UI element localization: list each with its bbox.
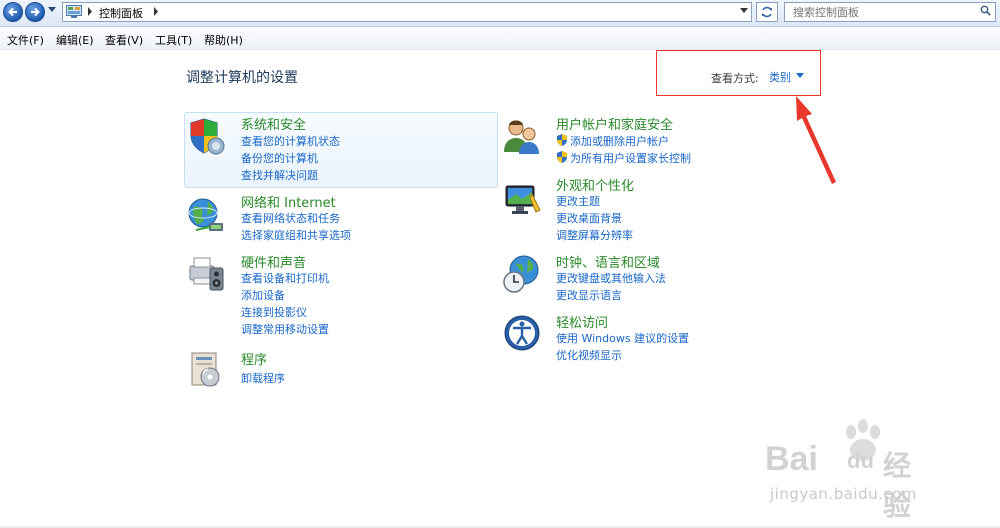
annotation-highlight-box xyxy=(656,50,821,96)
appearance-monitor-icon xyxy=(505,185,541,214)
link-network-status[interactable]: 查看网络状态和任务 xyxy=(241,210,340,226)
category-title-user-accounts[interactable]: 用户帐户和家庭安全 xyxy=(556,114,673,133)
address-toolbar: 控制面板 xyxy=(0,0,1000,27)
clock-globe-icon xyxy=(503,255,539,293)
watermark-brand-du: du xyxy=(847,448,874,473)
menu-view[interactable]: 查看(V) xyxy=(105,32,143,48)
chevron-right-icon[interactable] xyxy=(153,7,159,16)
search-icon[interactable] xyxy=(980,5,991,16)
breadcrumb-control-panel[interactable]: 控制面板 xyxy=(99,5,143,21)
category-title-programs[interactable]: 程序 xyxy=(241,349,267,368)
back-button[interactable] xyxy=(3,2,23,22)
chevron-right-icon xyxy=(88,7,92,16)
shield-security-icon xyxy=(190,118,225,155)
search-input[interactable] xyxy=(784,2,996,22)
user-accounts-icon xyxy=(504,120,539,154)
link-desktop-background[interactable]: 更改桌面背景 xyxy=(556,210,622,226)
link-display-language[interactable]: 更改显示语言 xyxy=(556,287,622,303)
uac-shield-icon xyxy=(557,134,567,146)
link-add-remove-accounts[interactable]: 添加或删除用户帐户 xyxy=(570,133,669,149)
link-optimize-video[interactable]: 优化视频显示 xyxy=(556,347,622,363)
link-devices-printers[interactable]: 查看设备和打印机 xyxy=(241,270,329,286)
category-title-network[interactable]: 网络和 Internet xyxy=(241,192,336,211)
programs-icon xyxy=(191,352,220,387)
menu-tools[interactable]: 工具(T) xyxy=(155,32,192,48)
watermark-brand: Bai xyxy=(765,440,818,478)
menu-help[interactable]: 帮助(H) xyxy=(204,32,243,48)
category-title-ease-of-access[interactable]: 轻松访问 xyxy=(556,312,608,331)
link-uninstall-program[interactable]: 卸载程序 xyxy=(241,370,285,386)
ease-of-access-icon xyxy=(504,315,540,351)
link-change-theme[interactable]: 更改主题 xyxy=(556,193,600,209)
link-troubleshoot[interactable]: 查找并解决问题 xyxy=(241,167,318,183)
link-view-computer-status[interactable]: 查看您的计算机状态 xyxy=(241,133,340,149)
arrow-left-icon xyxy=(8,7,17,17)
watermark-url: jingyan.baidu.com xyxy=(770,485,917,503)
link-connect-projector[interactable]: 连接到投影仪 xyxy=(241,304,307,320)
menu-edit[interactable]: 编辑(E) xyxy=(56,32,94,48)
forward-button[interactable] xyxy=(25,2,45,22)
recent-pages-dropdown-icon[interactable] xyxy=(48,7,56,13)
address-bar[interactable]: 控制面板 xyxy=(62,2,752,22)
link-mobility-settings[interactable]: 调整常用移动设置 xyxy=(241,321,329,337)
menu-file[interactable]: 文件(F) xyxy=(7,32,44,48)
watermark-cn: 经验 xyxy=(883,449,912,522)
menu-bar: 文件(F) 编辑(E) 查看(V) 工具(T) 帮助(H) xyxy=(0,27,1000,50)
annotation-arrow-icon xyxy=(796,96,836,184)
category-hover-highlight xyxy=(184,112,498,188)
uac-shield-icon xyxy=(557,151,567,163)
link-screen-resolution[interactable]: 调整屏幕分辨率 xyxy=(556,227,633,243)
address-dropdown-icon[interactable] xyxy=(740,8,748,14)
arrow-right-icon xyxy=(31,7,40,17)
category-title-appearance[interactable]: 外观和个性化 xyxy=(556,175,634,194)
link-backup-computer[interactable]: 备份您的计算机 xyxy=(241,150,318,166)
refresh-button[interactable] xyxy=(756,2,778,22)
control-panel-icon xyxy=(66,5,82,18)
link-parental-controls[interactable]: 为所有用户设置家长控制 xyxy=(570,150,691,166)
network-globe-icon xyxy=(188,198,223,231)
category-title-system-security[interactable]: 系统和安全 xyxy=(241,114,306,133)
link-change-keyboard[interactable]: 更改键盘或其他输入法 xyxy=(556,270,666,286)
refresh-icon xyxy=(762,6,772,18)
printer-speaker-icon xyxy=(189,257,224,291)
category-title-hardware[interactable]: 硬件和声音 xyxy=(241,252,306,271)
link-homegroup-sharing[interactable]: 选择家庭组和共享选项 xyxy=(241,227,351,243)
category-title-clock-language[interactable]: 时钟、语言和区域 xyxy=(556,252,660,271)
link-recommended-settings[interactable]: 使用 Windows 建议的设置 xyxy=(556,330,689,346)
link-add-device[interactable]: 添加设备 xyxy=(241,287,285,303)
page-title: 调整计算机的设置 xyxy=(186,70,298,86)
